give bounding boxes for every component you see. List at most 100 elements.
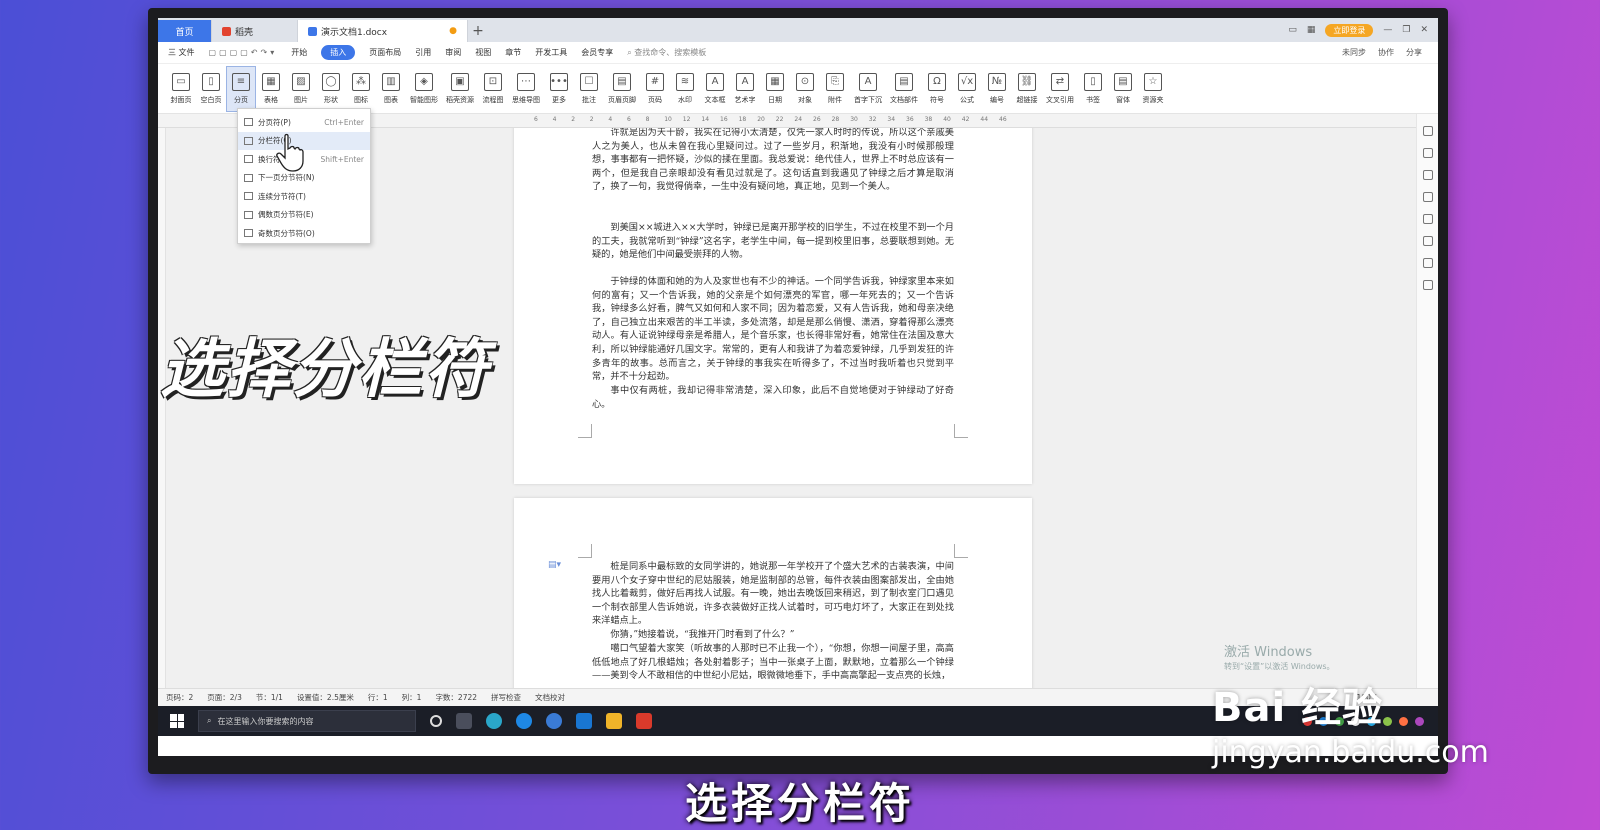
ribbon-button-31[interactable]: ☆ 资源夹 (1138, 66, 1168, 112)
login-button[interactable]: 立即登录 (1325, 23, 1374, 37)
wps-icon[interactable] (636, 713, 652, 729)
sidebar-tool-icon[interactable] (1422, 214, 1433, 224)
paragraph-handle-icon[interactable]: ▤▾ (548, 560, 561, 570)
ribbon-button-13[interactable]: ☐ 批注 (574, 66, 604, 112)
ribbon-button-28[interactable]: ⇄ 文叉引用 (1042, 66, 1078, 112)
collab-button[interactable]: 协作 (1378, 47, 1394, 58)
document-page-2[interactable]: ▤▾ 桩是同系中最标致的女同学讲的，她说那一年学校开了个盛大艺术的古装表演，中间… (514, 498, 1032, 688)
status-item[interactable]: 文档校对 (535, 692, 565, 703)
close-icon[interactable]: ✕ (1420, 25, 1428, 35)
ribbon-button-11[interactable]: ⋯ 思维导图 (508, 66, 544, 112)
menu-vip[interactable]: 会员专享 (581, 47, 613, 58)
dropdown-item-4[interactable]: 连续分节符(T) (238, 187, 370, 206)
command-search[interactable]: ⌕ 查找命令、搜索模板 (627, 47, 706, 58)
cortana-icon[interactable] (430, 715, 442, 727)
hand-cursor-icon (276, 133, 304, 172)
menu-start[interactable]: 开始 (291, 47, 307, 58)
break-icon (244, 155, 253, 164)
ribbon-icon: A (736, 72, 754, 91)
ribbon-button-29[interactable]: ▯ 书签 (1078, 66, 1108, 112)
ribbon-button-9[interactable]: ▣ 稻壳资源 (442, 66, 478, 112)
dropdown-item-5[interactable]: 偶数页分节符(E) (238, 206, 370, 225)
windows-start-icon[interactable] (170, 714, 184, 728)
new-tab-icon[interactable]: + (468, 20, 488, 42)
browser-icon[interactable] (486, 713, 502, 729)
ribbon-button-24[interactable]: Ω 符号 (922, 66, 952, 112)
ribbon-button-12[interactable]: ••• 更多 (544, 66, 574, 112)
restore-icon[interactable]: ❐ (1402, 25, 1410, 35)
minimize-icon[interactable]: — (1383, 25, 1392, 35)
menu-chapter[interactable]: 章节 (505, 47, 521, 58)
sidebar-tool-icon[interactable] (1422, 126, 1433, 136)
dropdown-item-1[interactable]: 分栏符(C) (238, 131, 370, 150)
ribbon-button-label: 页眉页脚 (608, 95, 636, 104)
file-menu[interactable]: 三 文件 (168, 47, 195, 58)
sogou-icon[interactable] (546, 713, 562, 729)
ribbon-button-5[interactable]: ◯ 形状 (316, 66, 346, 112)
app-icon[interactable] (576, 713, 592, 729)
sync-button[interactable]: 未同步 (1342, 47, 1366, 58)
menu-page-layout[interactable]: 页面布局 (369, 47, 401, 58)
status-item[interactable]: 拼写检查 (491, 692, 521, 703)
status-item: 节：1/1 (255, 693, 283, 702)
tab-home[interactable]: 首页 (158, 20, 212, 42)
ribbon-button-7[interactable]: ▥ 图表 (376, 66, 406, 112)
dropdown-item-3[interactable]: 下一页分节符(N) (238, 169, 370, 188)
sidebar-tool-icon[interactable] (1422, 170, 1433, 180)
ribbon-button-14[interactable]: ▤ 页眉页脚 (604, 66, 640, 112)
menu-references[interactable]: 引用 (415, 47, 431, 58)
dropdown-item-2[interactable]: 换行符(W) Shift+Enter (238, 150, 370, 169)
ribbon-button-6[interactable]: ⁂ 图标 (346, 66, 376, 112)
ribbon-button-4[interactable]: ▨ 图片 (286, 66, 316, 112)
taskbar-search-box[interactable]: ⌕ 在这里输入你要搜索的内容 (198, 710, 416, 732)
ribbon-button-label: 稻壳资源 (446, 95, 474, 104)
ribbon-button-21[interactable]: ⎘ 附件 (820, 66, 850, 112)
ribbon-button-22[interactable]: A 首字下沉 (850, 66, 886, 112)
ribbon-button-30[interactable]: ▤ 窗体 (1108, 66, 1138, 112)
file-explorer-icon[interactable] (606, 713, 622, 729)
sidebar-tool-icon[interactable] (1422, 280, 1433, 290)
ribbon-button-15[interactable]: # 页码 (640, 66, 670, 112)
ribbon-button-3[interactable]: ▦ 表格 (256, 66, 286, 112)
ribbon-button-16[interactable]: ≋ 水印 (670, 66, 700, 112)
ribbon-button-0[interactable]: ▭ 封面页 (166, 66, 196, 112)
ribbon-button-8[interactable]: ◈ 智能图形 (406, 66, 442, 112)
watermark-logo-text: Bai 经验 (1212, 685, 1384, 731)
ribbon-icon: # (646, 72, 664, 91)
grid-icon[interactable]: ▦ (1307, 25, 1316, 35)
ribbon-button-10[interactable]: ⊡ 流程图 (478, 66, 508, 112)
ruler-mark: 16 (720, 116, 728, 123)
ribbon-button-27[interactable]: ⛓ 超链接 (1012, 66, 1042, 112)
ribbon-button-2[interactable]: ≡ 分页 (226, 65, 256, 112)
ruler-mark: 40 (943, 116, 951, 123)
ribbon-button-1[interactable]: ▯ 空白页 (196, 66, 226, 112)
ribbon-button-label: 公式 (960, 95, 974, 104)
ribbon-button-20[interactable]: ⊙ 对象 (790, 66, 820, 112)
ribbon-icon: ⊙ (796, 72, 814, 91)
sidebar-tool-icon[interactable] (1422, 236, 1433, 246)
share-button[interactable]: 分享 (1406, 47, 1422, 58)
menu-insert[interactable]: 插入 (321, 45, 356, 60)
task-view-icon[interactable] (456, 713, 472, 729)
quick-access-icons[interactable]: ▢▢▢▢↶↷▾ (209, 48, 278, 57)
sidebar-tool-icon[interactable] (1422, 258, 1433, 268)
ribbon-button-23[interactable]: ▤ 文档部件 (886, 66, 922, 112)
document-page-1[interactable]: 许就是因为天十龄，我实在记得小太清楚，仅凭一家人时时的传说，所以这个亲戚美人之为… (514, 128, 1032, 484)
tab-docer[interactable]: 稻壳 (212, 20, 298, 42)
search-icon: ⌕ (207, 716, 212, 725)
menu-view[interactable]: 视图 (475, 47, 491, 58)
ribbon-button-18[interactable]: A 艺术字 (730, 66, 760, 112)
ribbon-button-25[interactable]: √x 公式 (952, 66, 982, 112)
layout-icon[interactable]: ▭ (1288, 25, 1297, 35)
dropdown-item-0[interactable]: 分页符(P) Ctrl+Enter (238, 113, 370, 132)
ribbon-button-17[interactable]: A 文本框 (700, 66, 730, 112)
dropdown-item-6[interactable]: 奇数页分节符(O) (238, 224, 370, 243)
sidebar-tool-icon[interactable] (1422, 192, 1433, 202)
tab-document[interactable]: 演示文档1.docx ● (298, 20, 468, 42)
ribbon-button-19[interactable]: ▦ 日期 (760, 66, 790, 112)
menu-review[interactable]: 审阅 (445, 47, 461, 58)
sidebar-tool-icon[interactable] (1422, 148, 1433, 158)
menu-developer[interactable]: 开发工具 (535, 47, 567, 58)
edge-icon[interactable] (516, 713, 532, 729)
ribbon-button-26[interactable]: № 编号 (982, 66, 1012, 112)
